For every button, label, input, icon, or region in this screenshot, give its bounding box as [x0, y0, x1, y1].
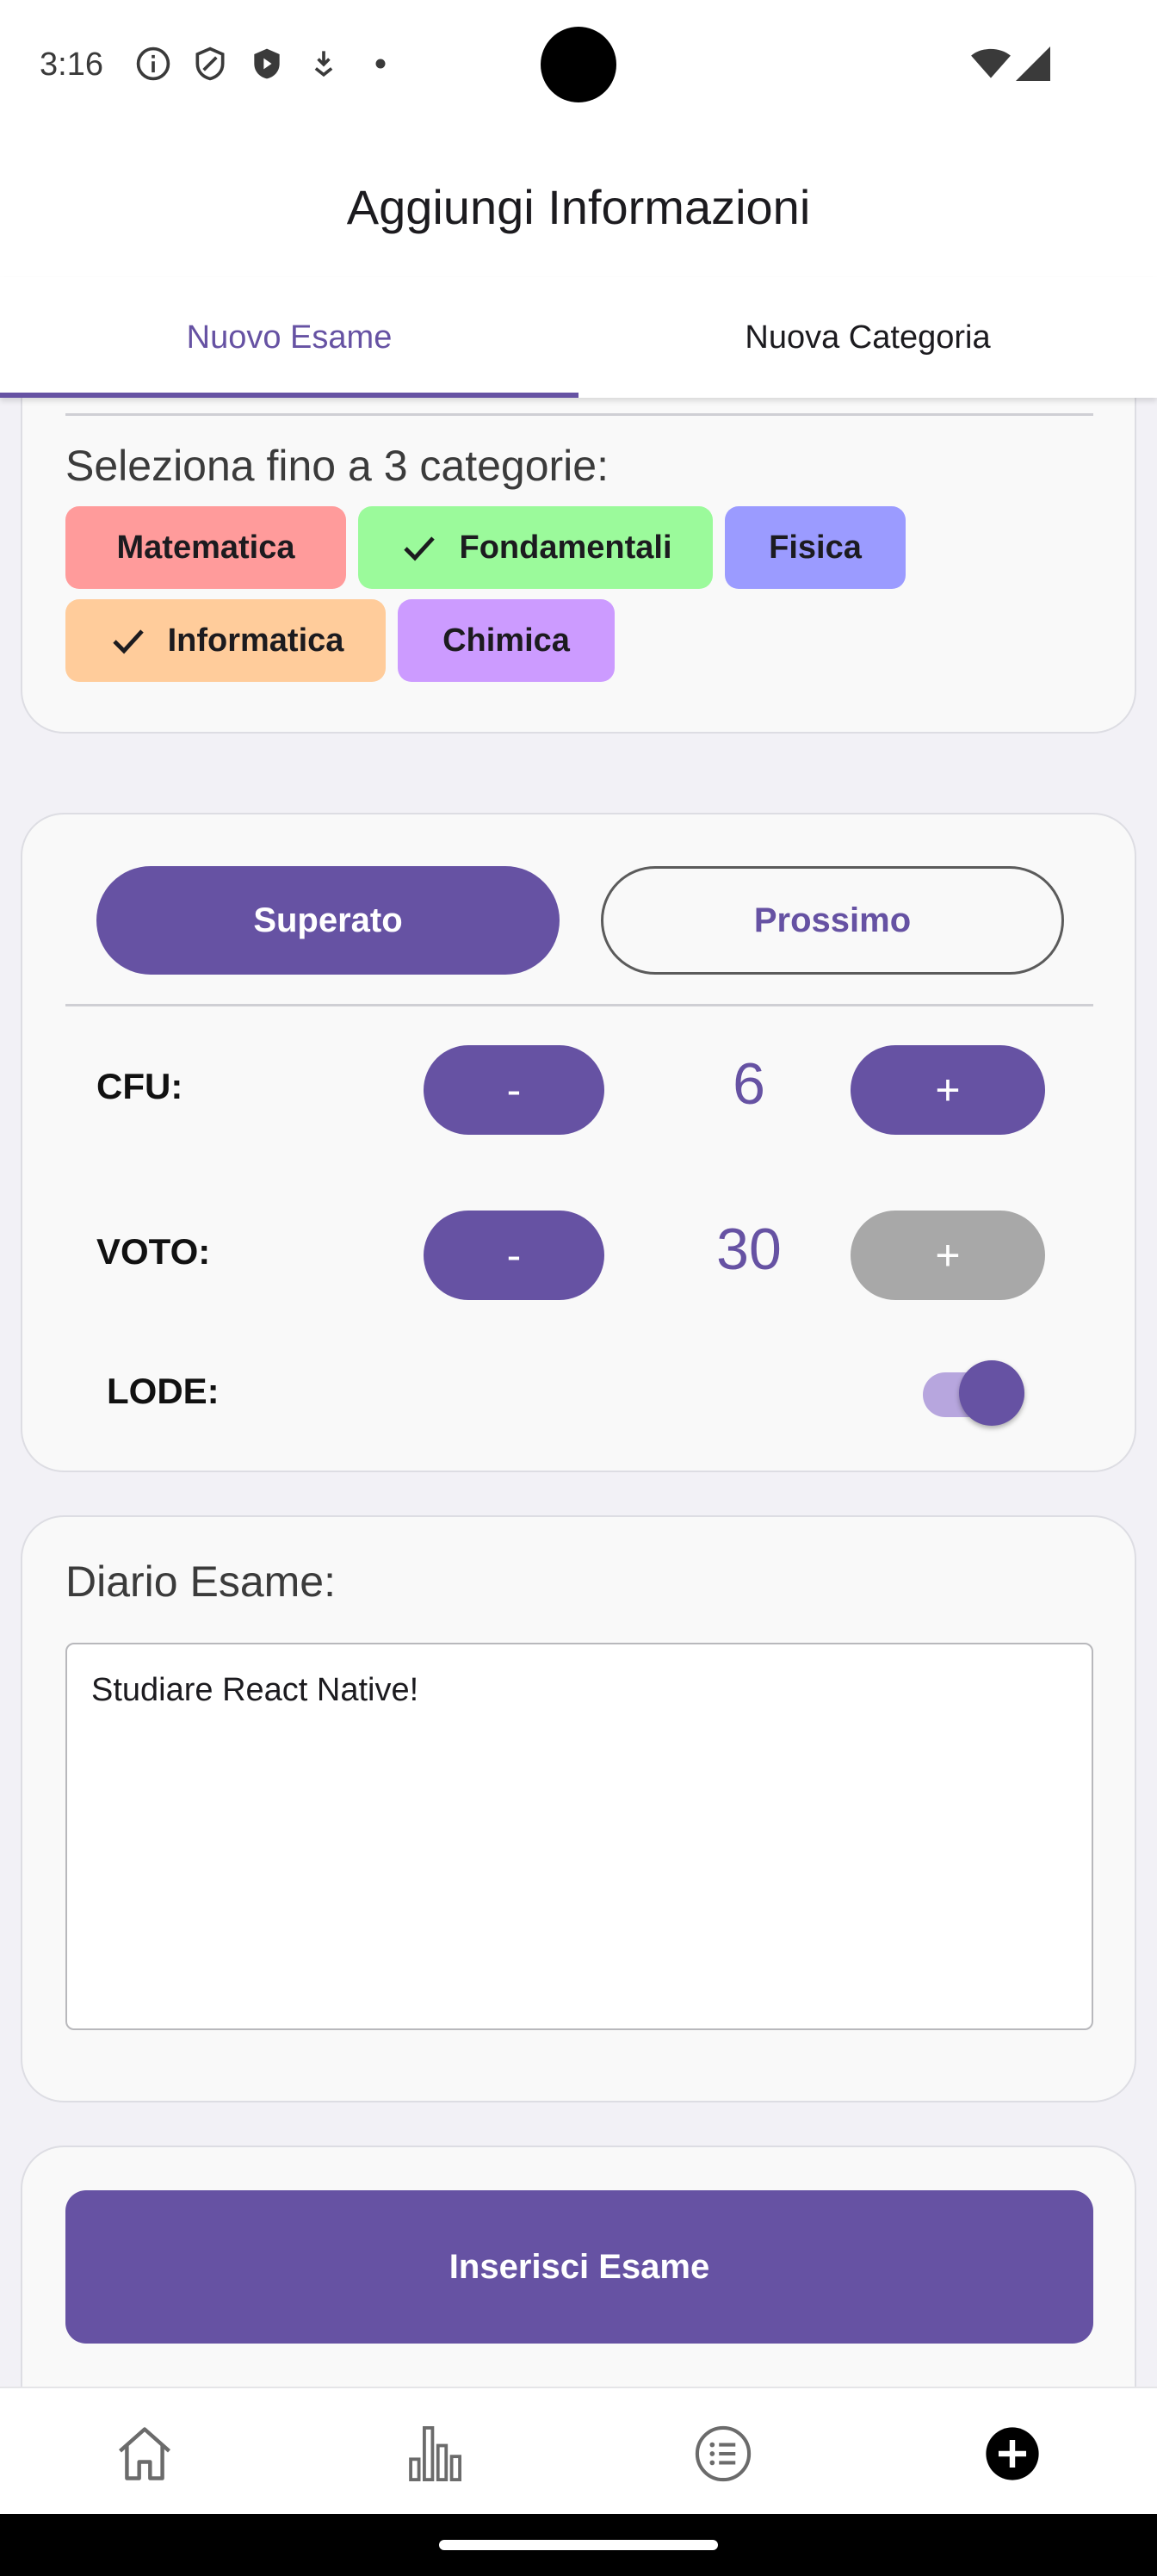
- diary-card: Diario Esame: Studiare React Native!: [21, 1515, 1136, 2102]
- status-time: 3:16: [40, 46, 103, 83]
- chip-matematica[interactable]: Matematica: [65, 506, 346, 589]
- cfu-value: 6: [733, 1051, 765, 1117]
- status-bar: 3:16: [0, 0, 1157, 129]
- tab-bar: Nuovo Esame Nuova Categoria: [0, 277, 1157, 398]
- play-protect-icon: [254, 48, 280, 79]
- superato-button[interactable]: Superato: [96, 866, 560, 975]
- nav-stats[interactable]: [399, 2419, 468, 2488]
- info-icon: [136, 46, 170, 81]
- categories-title: Seleziona fino a 3 categorie:: [65, 442, 609, 490]
- prossimo-button[interactable]: Prossimo: [601, 866, 1064, 975]
- divider: [65, 413, 1093, 416]
- categories-card: Seleziona fino a 3 categorie: Matematica…: [21, 398, 1136, 734]
- chip-label: Fisica: [769, 529, 862, 566]
- app-header: Aggiungi Informazioni: [0, 129, 1157, 277]
- nav-list[interactable]: [689, 2419, 758, 2488]
- add-circle-icon: [986, 2427, 1039, 2480]
- dot-icon: [375, 59, 386, 69]
- lode-label: LODE:: [107, 1371, 220, 1411]
- download-icon: [314, 51, 333, 77]
- system-gesture-area: [0, 2514, 1157, 2576]
- tab-nuova-categoria[interactable]: Nuova Categoria: [578, 277, 1157, 398]
- chip-fisica[interactable]: Fisica: [725, 506, 906, 589]
- nav-add[interactable]: [978, 2419, 1047, 2488]
- voto-value: 30: [716, 1217, 782, 1282]
- bar-chart-icon: [409, 2426, 461, 2481]
- divider: [65, 1004, 1093, 1006]
- page-title: Aggiungi Informazioni: [346, 180, 811, 234]
- tab-nuovo-esame[interactable]: Nuovo Esame: [0, 277, 578, 398]
- chip-chimica[interactable]: Chimica: [398, 599, 615, 682]
- nav-home[interactable]: [110, 2419, 179, 2488]
- tab-indicator: [0, 393, 578, 398]
- voto-label: VOTO:: [96, 1231, 211, 1272]
- home-gesture-handle[interactable]: [439, 2540, 718, 2550]
- cfu-plus-button[interactable]: +: [851, 1045, 1045, 1135]
- wifi-icon: [971, 48, 1011, 78]
- bottom-nav: [0, 2387, 1157, 2514]
- camera-cutout: [541, 27, 616, 102]
- diary-title: Diario Esame:: [65, 1557, 336, 1606]
- submit-card: Inserisci Esame: [21, 2146, 1136, 2387]
- chip-label: Chimica: [442, 622, 570, 659]
- signal-icon: [1016, 46, 1050, 81]
- shield-icon: [195, 46, 225, 81]
- cfu-minus-button[interactable]: -: [424, 1045, 604, 1135]
- check-icon: [404, 536, 436, 561]
- chip-label: Fondamentali: [459, 529, 672, 566]
- inserisci-esame-button[interactable]: Inserisci Esame: [65, 2190, 1093, 2344]
- list-icon: [695, 2425, 752, 2482]
- cfu-label: CFU:: [96, 1066, 183, 1106]
- chip-informatica[interactable]: Informatica: [65, 599, 386, 682]
- chip-label: Informatica: [167, 622, 344, 659]
- voto-plus-button[interactable]: +: [851, 1211, 1045, 1300]
- scroll-content[interactable]: Seleziona fino a 3 categorie: Matematica…: [0, 398, 1157, 2387]
- check-icon: [112, 629, 144, 654]
- home-icon: [119, 2427, 170, 2480]
- chip-label: Matematica: [116, 529, 295, 566]
- chip-fondamentali[interactable]: Fondamentali: [358, 506, 713, 589]
- lode-switch-thumb[interactable]: [959, 1360, 1024, 1426]
- diary-textarea[interactable]: Studiare React Native!: [65, 1643, 1093, 2030]
- voto-minus-button[interactable]: -: [424, 1211, 604, 1300]
